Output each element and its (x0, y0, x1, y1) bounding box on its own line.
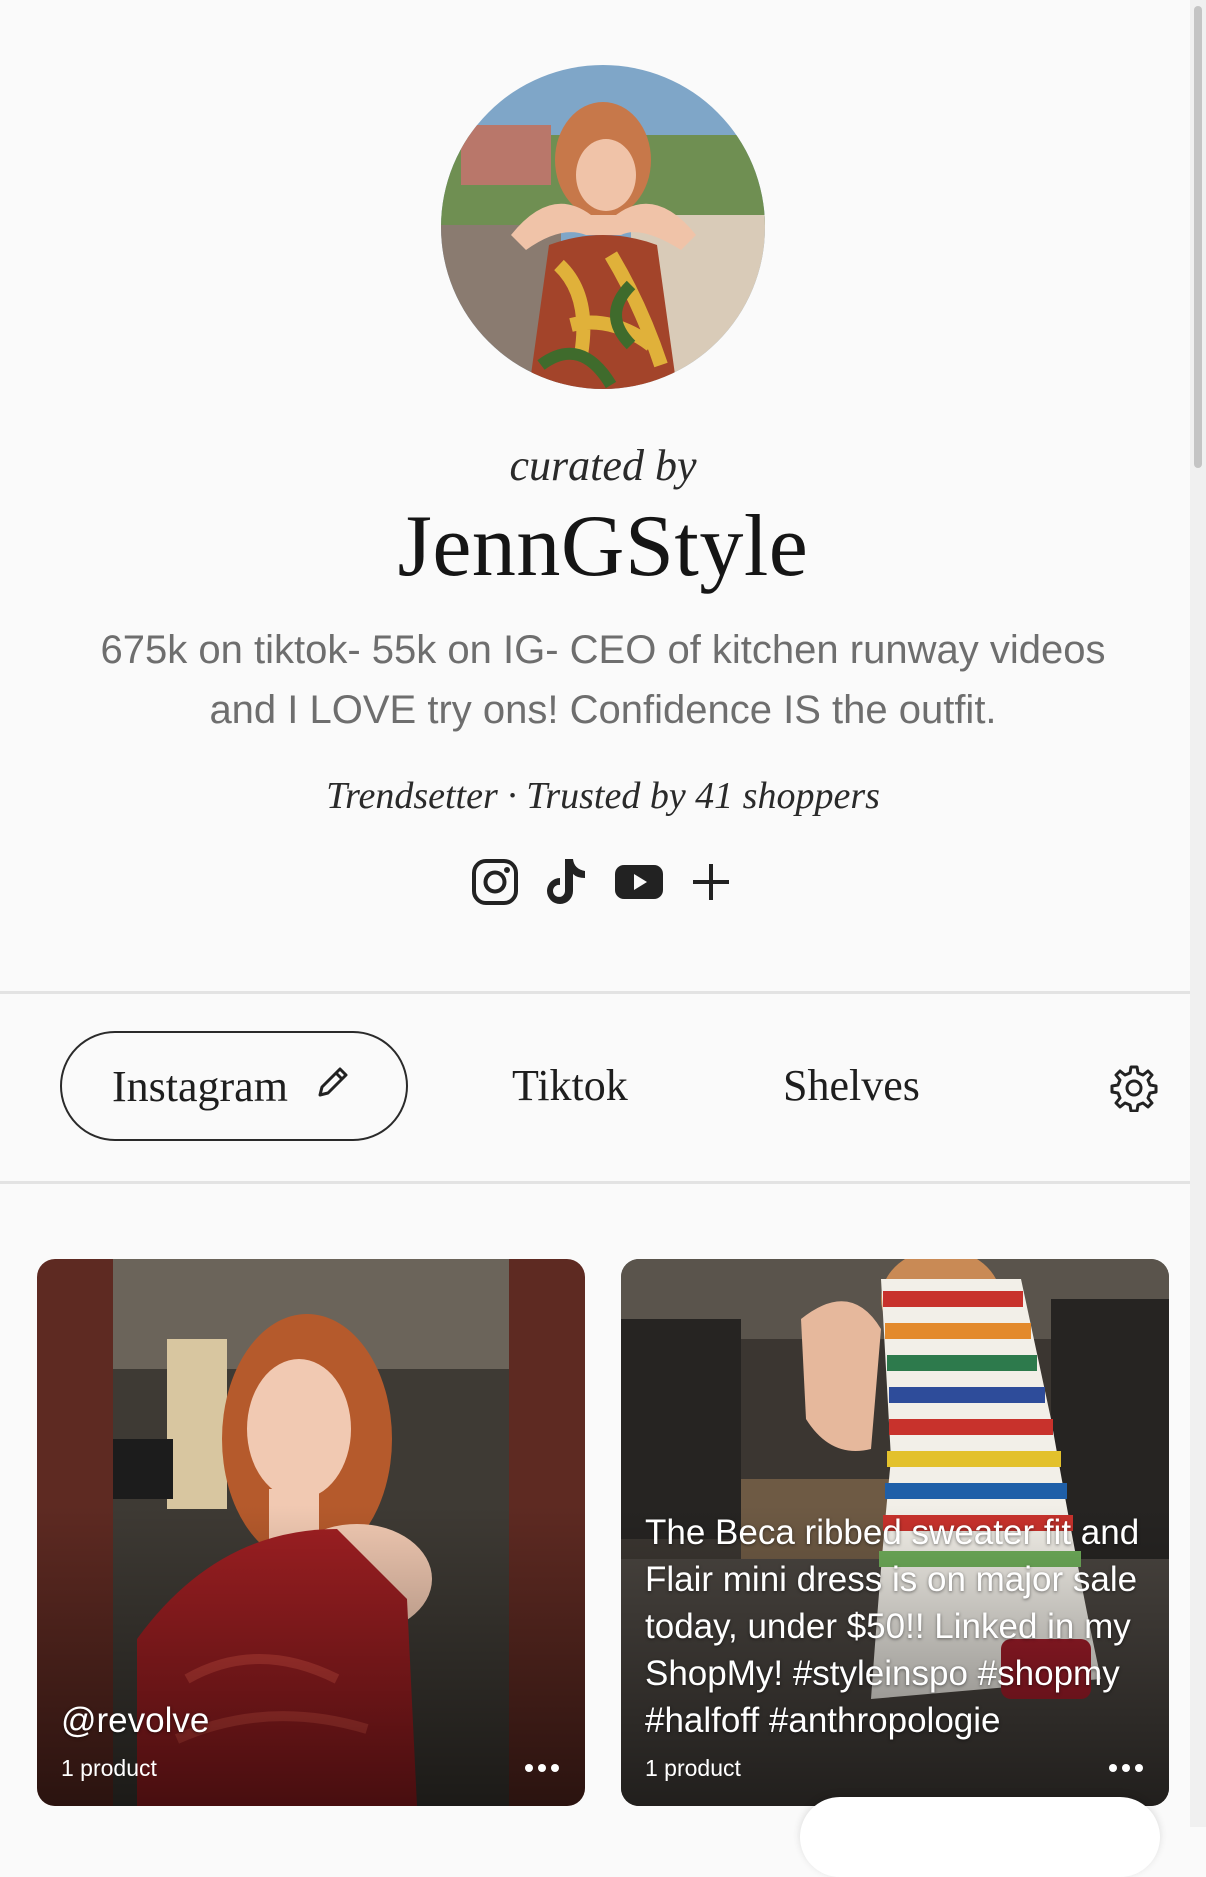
profile-bio: 675k on tiktok- 55k on IG- CEO of kitche… (100, 628, 1106, 732)
profile-avatar (441, 65, 765, 389)
tiktok-icon[interactable] (542, 855, 592, 909)
more-options-icon[interactable] (1109, 1764, 1143, 1772)
post-product-count: 1 product (645, 1755, 741, 1781)
meta-separator: · (507, 775, 517, 817)
floating-action-bar[interactable] (800, 1797, 1160, 1877)
section-divider-top (0, 991, 1190, 994)
post-card[interactable]: The Beca ribbed sweater fit and Flair mi… (621, 1259, 1169, 1806)
page-scrollbar[interactable] (1190, 0, 1206, 1827)
profile-name: JennGStyle (397, 498, 809, 595)
tab-tiktok[interactable]: Tiktok (512, 1060, 628, 1111)
tab-shelves[interactable]: Shelves (783, 1060, 920, 1111)
tab-instagram-label: Instagram (112, 1061, 288, 1111)
instagram-icon[interactable] (470, 855, 520, 909)
profile-meta: Trendsetter · Trusted by 41 shoppers (0, 774, 1206, 818)
curated-by-label: curated by (509, 441, 697, 490)
social-links (0, 855, 1206, 909)
section-divider-tabs (0, 1181, 1190, 1184)
pencil-icon[interactable] (314, 1061, 352, 1112)
trusted-label: Trusted by 41 shoppers (526, 775, 880, 817)
post-card[interactable]: @revolve 1 product (37, 1259, 585, 1806)
post-caption: The Beca ribbed sweater fit and Flair mi… (645, 1513, 1140, 1740)
post-caption: @revolve (61, 1701, 210, 1740)
scrollbar-thumb[interactable] (1194, 6, 1202, 468)
settings-gear-icon[interactable] (1110, 1064, 1158, 1117)
post-product-count: 1 product (61, 1755, 157, 1781)
tier-label: Trendsetter (326, 775, 498, 817)
tab-instagram[interactable]: Instagram (60, 1031, 408, 1141)
plus-icon[interactable] (686, 855, 736, 909)
youtube-icon[interactable] (614, 855, 664, 909)
more-options-icon[interactable] (525, 1764, 559, 1772)
